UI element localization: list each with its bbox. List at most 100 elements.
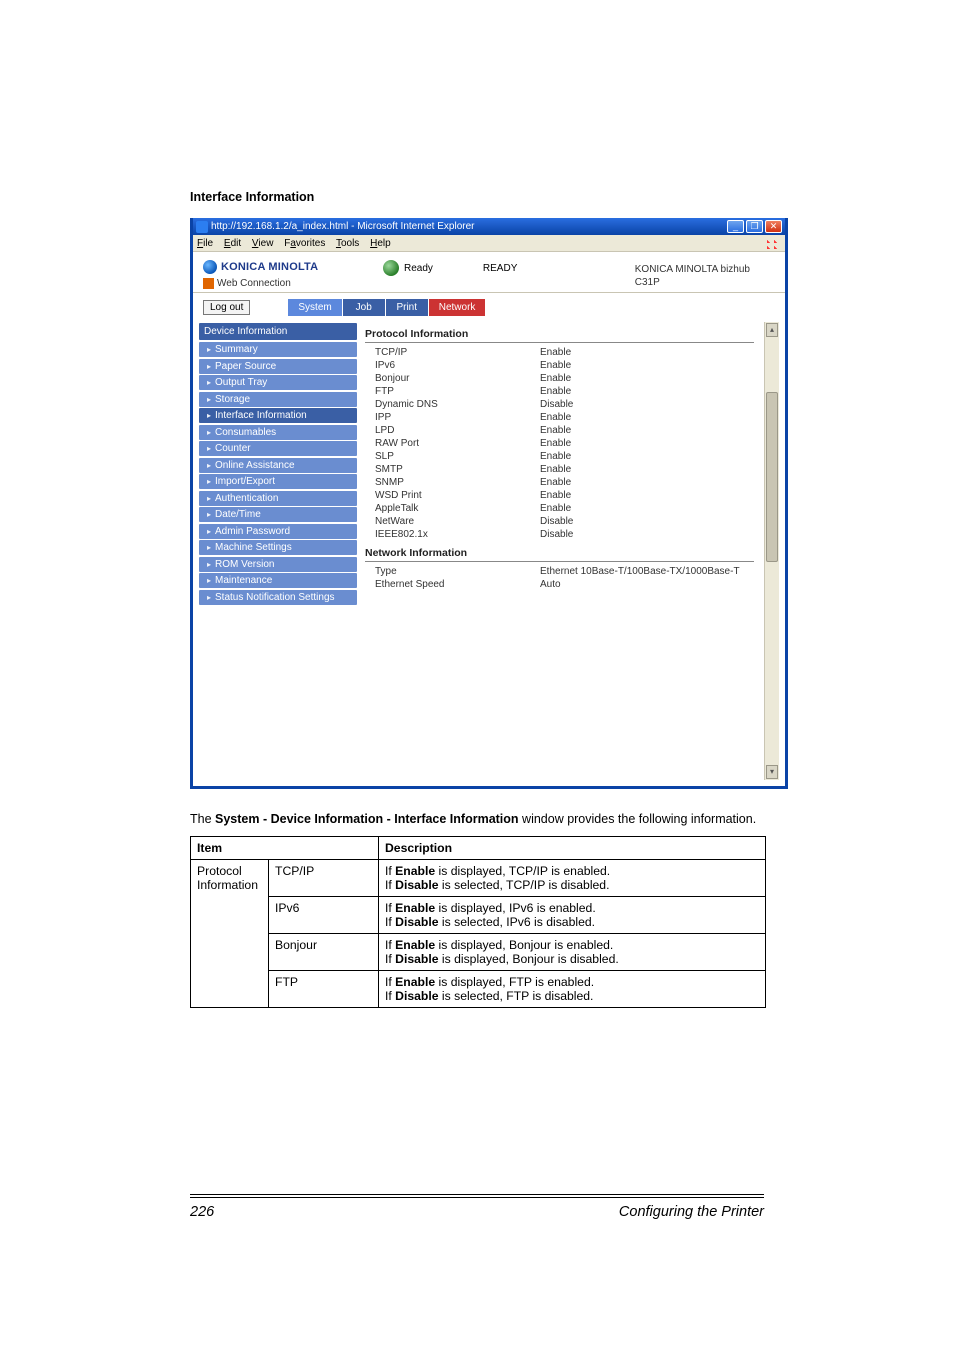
protocol-value: Disable (540, 516, 573, 527)
menu-view[interactable]: View (252, 238, 274, 249)
protocol-value: Enable (540, 451, 571, 462)
desc-pre: The (190, 812, 215, 826)
sidebar-item-interface-information[interactable]: Interface Information (199, 408, 357, 423)
device-name-line1: KONICA MINOLTA bizhub (635, 263, 750, 276)
sidebar-item-consumables[interactable]: Consumables (199, 425, 357, 440)
network-key: Ethernet Speed (375, 579, 540, 590)
globe-icon (383, 260, 399, 276)
protocol-value: Disable (540, 399, 573, 410)
menu-items[interactable]: File Edit View Favorites Tools Help (197, 238, 399, 249)
network-value: Ethernet 10Base-T/100Base-TX/1000Base-T (540, 566, 740, 577)
footer-section-title: Configuring the Printer (619, 1204, 764, 1220)
menu-edit[interactable]: Edit (224, 238, 241, 249)
menu-favorites[interactable]: Favorites (284, 238, 325, 249)
menu-file[interactable]: File (197, 238, 213, 249)
device-name-line2: C31P (635, 276, 750, 289)
network-list: TypeEthernet 10Base-T/100Base-TX/1000Bas… (365, 565, 754, 591)
page-number: 226 (190, 1204, 214, 1220)
row-desc-ipv6: If Enable is displayed, IPv6 is enabled.… (379, 896, 766, 933)
row-sub-tcpip: TCP/IP (269, 859, 379, 896)
window-titlebar: http://192.168.1.2/a_index.html - Micros… (193, 218, 785, 235)
protocol-row: IEEE802.1xDisable (365, 528, 754, 541)
sidebar-item-summary[interactable]: Summary (199, 342, 357, 357)
protocol-key: AppleTalk (375, 503, 540, 514)
protocol-key: Dynamic DNS (375, 399, 540, 410)
desc-bold: System - Device Information - Interface … (215, 812, 519, 826)
sidebar: Device Information Summary Paper Source … (193, 316, 363, 786)
sidebar-item-online-assistance[interactable]: Online Assistance (199, 458, 357, 473)
tab-network[interactable]: Network (429, 299, 486, 316)
window-minimize-button[interactable]: _ (727, 220, 744, 233)
window-close-button[interactable]: ✕ (765, 220, 782, 233)
scroll-down-button[interactable]: ▾ (766, 765, 778, 779)
protocol-value: Enable (540, 360, 571, 371)
scrollbar[interactable]: ▴ ▾ (764, 322, 779, 780)
tab-print[interactable]: Print (386, 299, 428, 316)
ie-icon (196, 221, 208, 233)
protocol-value: Enable (540, 412, 571, 423)
menu-help[interactable]: Help (370, 238, 391, 249)
row-sub-bonjour: Bonjour (269, 933, 379, 970)
sidebar-item-status-notification-settings[interactable]: Status Notification Settings (199, 590, 357, 605)
sidebar-item-authentication[interactable]: Authentication (199, 491, 357, 506)
protocol-key: IPP (375, 412, 540, 423)
scroll-thumb[interactable] (766, 392, 778, 562)
section-heading: Interface Information (190, 190, 764, 204)
protocol-key: NetWare (375, 516, 540, 527)
subbrand-logo: Web Connection (203, 278, 383, 289)
sidebar-item-import-export[interactable]: Import/Export (199, 474, 357, 489)
tab-job[interactable]: Job (343, 299, 385, 316)
windows-flag-icon (767, 237, 781, 249)
sidebar-header: Device Information (199, 323, 357, 340)
protocol-key: RAW Port (375, 438, 540, 449)
protocol-row: WSD PrintEnable (365, 489, 754, 502)
page-footer: 226 Configuring the Printer (190, 1194, 764, 1220)
protocol-value: Enable (540, 477, 571, 488)
protocol-row: IPPEnable (365, 411, 754, 424)
protocol-row: AppleTalkEnable (365, 502, 754, 515)
protocol-row: SNMPEnable (365, 476, 754, 489)
protocol-key: TCP/IP (375, 347, 540, 358)
row-desc-ftp: If Enable is displayed, FTP is enabled. … (379, 970, 766, 1007)
protocol-row: LPDEnable (365, 424, 754, 437)
protocol-row: Dynamic DNSDisable (365, 398, 754, 411)
sidebar-item-storage[interactable]: Storage (199, 392, 357, 407)
subbrand-text: Web Connection (217, 278, 291, 289)
network-key: Type (375, 566, 540, 577)
protocol-key: SLP (375, 451, 540, 462)
protocol-key: SMTP (375, 464, 540, 475)
scroll-up-button[interactable]: ▴ (766, 323, 778, 337)
protocol-row: FTPEnable (365, 385, 754, 398)
sidebar-item-counter[interactable]: Counter (199, 441, 357, 456)
protocol-value: Enable (540, 490, 571, 501)
sidebar-item-machine-settings[interactable]: Machine Settings (199, 540, 357, 555)
network-row: Ethernet SpeedAuto (365, 578, 754, 591)
sidebar-item-maintenance[interactable]: Maintenance (199, 573, 357, 588)
row-desc-bonjour: If Enable is displayed, Bonjour is enabl… (379, 933, 766, 970)
menu-tools[interactable]: Tools (336, 238, 359, 249)
tab-system[interactable]: System (288, 299, 341, 316)
protocol-key: SNMP (375, 477, 540, 488)
protocol-value: Enable (540, 386, 571, 397)
protocol-value: Disable (540, 529, 573, 540)
window-restore-button[interactable]: ❐ (746, 220, 763, 233)
section-protocol-information: Protocol Information (365, 328, 754, 343)
brand-logo: KONICA MINOLTA (203, 260, 383, 274)
protocol-row: TCP/IPEnable (365, 346, 754, 359)
protocol-value: Enable (540, 425, 571, 436)
sidebar-item-paper-source[interactable]: Paper Source (199, 359, 357, 374)
sidebar-item-admin-password[interactable]: Admin Password (199, 524, 357, 539)
description-table: Item Description Protocol Information TC… (190, 836, 766, 1008)
protocol-value: Enable (540, 503, 571, 514)
protocol-row: BonjourEnable (365, 372, 754, 385)
logout-button[interactable]: Log out (203, 300, 250, 315)
sidebar-item-date-time[interactable]: Date/Time (199, 507, 357, 522)
sidebar-item-output-tray[interactable]: Output Tray (199, 375, 357, 390)
sidebar-item-rom-version[interactable]: ROM Version (199, 557, 357, 572)
section-network-information: Network Information (365, 547, 754, 562)
protocol-key: IEEE802.1x (375, 529, 540, 540)
protocol-key: FTP (375, 386, 540, 397)
row-group-protocol-information: Protocol Information (191, 859, 269, 1007)
protocol-value: Enable (540, 464, 571, 475)
desc-post: window provides the following informatio… (519, 812, 757, 826)
